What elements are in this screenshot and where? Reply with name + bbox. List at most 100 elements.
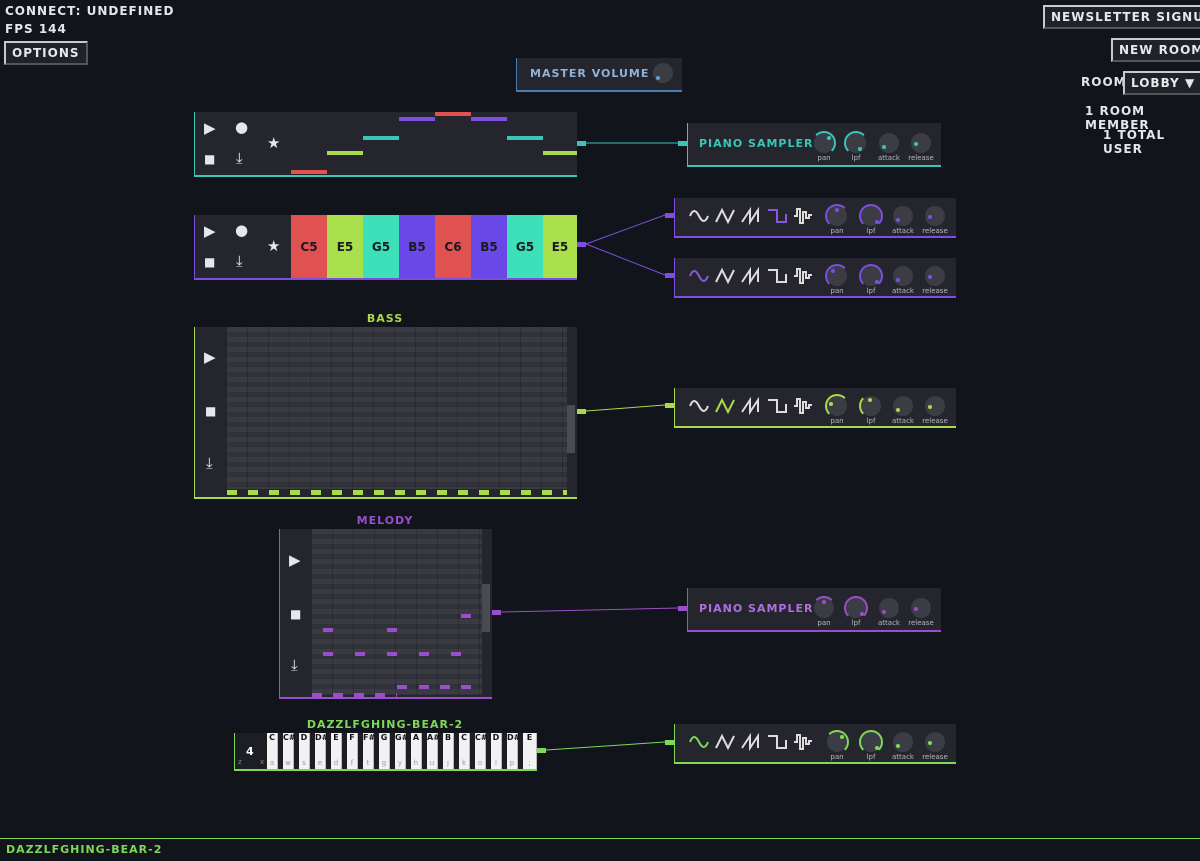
piano-key[interactable]: A# u [427,733,440,769]
note-bar[interactable] [399,117,435,121]
sine-wave-icon[interactable] [689,396,709,416]
step-cell[interactable]: G5 [363,215,399,278]
sawtooth-wave-icon[interactable] [741,732,761,752]
note-bar[interactable] [323,652,333,656]
stop-icon[interactable]: ■ [205,404,216,419]
note-bar[interactable] [419,685,429,689]
note-bar[interactable] [543,151,577,155]
note-bar[interactable] [291,170,327,174]
piano-key[interactable]: Ck [459,733,470,769]
step-cell[interactable]: B5 [471,215,507,278]
release-knob[interactable] [911,598,931,618]
scrollbar-thumb[interactable] [567,405,575,453]
square-wave-icon[interactable] [767,206,787,226]
lpf-knob[interactable] [859,264,883,288]
new-room-button[interactable]: NEW ROOM [1111,38,1200,62]
note-bar[interactable] [451,652,461,656]
triangle-wave-icon[interactable] [715,396,735,416]
sine-wave-icon[interactable] [689,732,709,752]
piano-key[interactable]: Ds [299,733,310,769]
stop-icon[interactable]: ■ [204,255,215,270]
noise-wave-icon[interactable] [793,396,813,416]
star-icon[interactable]: ★ [267,136,280,151]
pan-knob[interactable] [825,264,849,288]
pan-knob[interactable] [812,131,836,155]
triangle-wave-icon[interactable] [715,206,735,226]
attack-knob[interactable] [879,598,899,618]
note-bar[interactable] [363,136,399,140]
sine-wave-icon[interactable] [689,206,709,226]
scrollbar-thumb[interactable] [482,584,490,632]
melody-notes[interactable] [312,693,397,697]
step-cell[interactable]: E5 [543,215,577,278]
release-knob[interactable] [911,133,931,153]
piano-key[interactable]: Ah [411,733,422,769]
pan-knob[interactable] [825,394,849,418]
note-bar[interactable] [507,136,543,140]
lpf-knob[interactable] [859,204,883,228]
release-knob[interactable] [925,206,945,226]
room-select[interactable]: LOBBY ▼ [1123,71,1200,95]
square-wave-icon[interactable] [767,266,787,286]
piano-key[interactable]: C# w [283,733,296,769]
piano-key[interactable]: Ff [347,733,358,769]
attack-knob[interactable] [879,133,899,153]
play-icon[interactable]: ▶ [289,553,301,568]
step-cell[interactable]: G5 [507,215,543,278]
note-bar[interactable] [397,685,407,689]
triangle-wave-icon[interactable] [715,732,735,752]
play-icon[interactable]: ▶ [204,350,216,365]
attack-knob[interactable] [893,396,913,416]
pan-knob[interactable] [812,596,836,618]
release-knob[interactable] [925,732,945,752]
note-bar[interactable] [327,151,363,155]
download-icon[interactable]: ⤓ [236,254,243,269]
download-icon[interactable]: ⤓ [236,151,243,166]
note-bar[interactable] [461,685,471,689]
piano-key[interactable]: D# e [315,733,328,769]
output-port[interactable] [577,242,586,247]
piano-key[interactable]: Bj [443,733,454,769]
piano-key[interactable]: D# p [507,733,520,769]
download-icon[interactable]: ⤓ [206,456,213,471]
input-port[interactable] [665,273,674,278]
record-icon[interactable]: ● [235,120,248,135]
note-bar[interactable] [461,614,471,618]
noise-wave-icon[interactable] [793,732,813,752]
piano-key[interactable]: Ca [267,733,278,769]
pan-knob[interactable] [825,204,849,228]
master-volume-knob[interactable] [653,63,673,83]
sawtooth-wave-icon[interactable] [741,206,761,226]
lpf-knob[interactable] [859,730,883,754]
note-bar[interactable] [355,652,365,656]
note-bar[interactable] [435,112,471,116]
attack-knob[interactable] [893,732,913,752]
attack-knob[interactable] [893,266,913,286]
note-bar[interactable] [323,628,333,632]
output-port[interactable] [577,409,586,414]
attack-knob[interactable] [893,206,913,226]
noise-wave-icon[interactable] [793,206,813,226]
sawtooth-wave-icon[interactable] [741,266,761,286]
piano-key[interactable]: Dl [491,733,502,769]
step-cell[interactable]: E5 [327,215,363,278]
input-port[interactable] [678,141,687,146]
piano-key[interactable]: Ed [331,733,342,769]
star-icon[interactable]: ★ [267,239,280,254]
square-wave-icon[interactable] [767,396,787,416]
options-button[interactable]: OPTIONS [4,41,88,65]
note-bar[interactable] [440,685,450,689]
stop-icon[interactable]: ■ [290,607,301,622]
piano-key[interactable]: E; [523,733,537,769]
piano-key[interactable]: F# t [363,733,375,769]
step-cell[interactable]: C6 [435,215,471,278]
bass-notes[interactable] [227,490,567,495]
play-icon[interactable]: ▶ [204,224,216,239]
input-port[interactable] [665,403,674,408]
lpf-knob[interactable] [844,596,868,620]
output-port[interactable] [537,748,546,753]
square-wave-icon[interactable] [767,732,787,752]
piano-key[interactable]: G# y [395,733,408,769]
step-cell[interactable]: B5 [399,215,435,278]
record-icon[interactable]: ● [235,223,248,238]
